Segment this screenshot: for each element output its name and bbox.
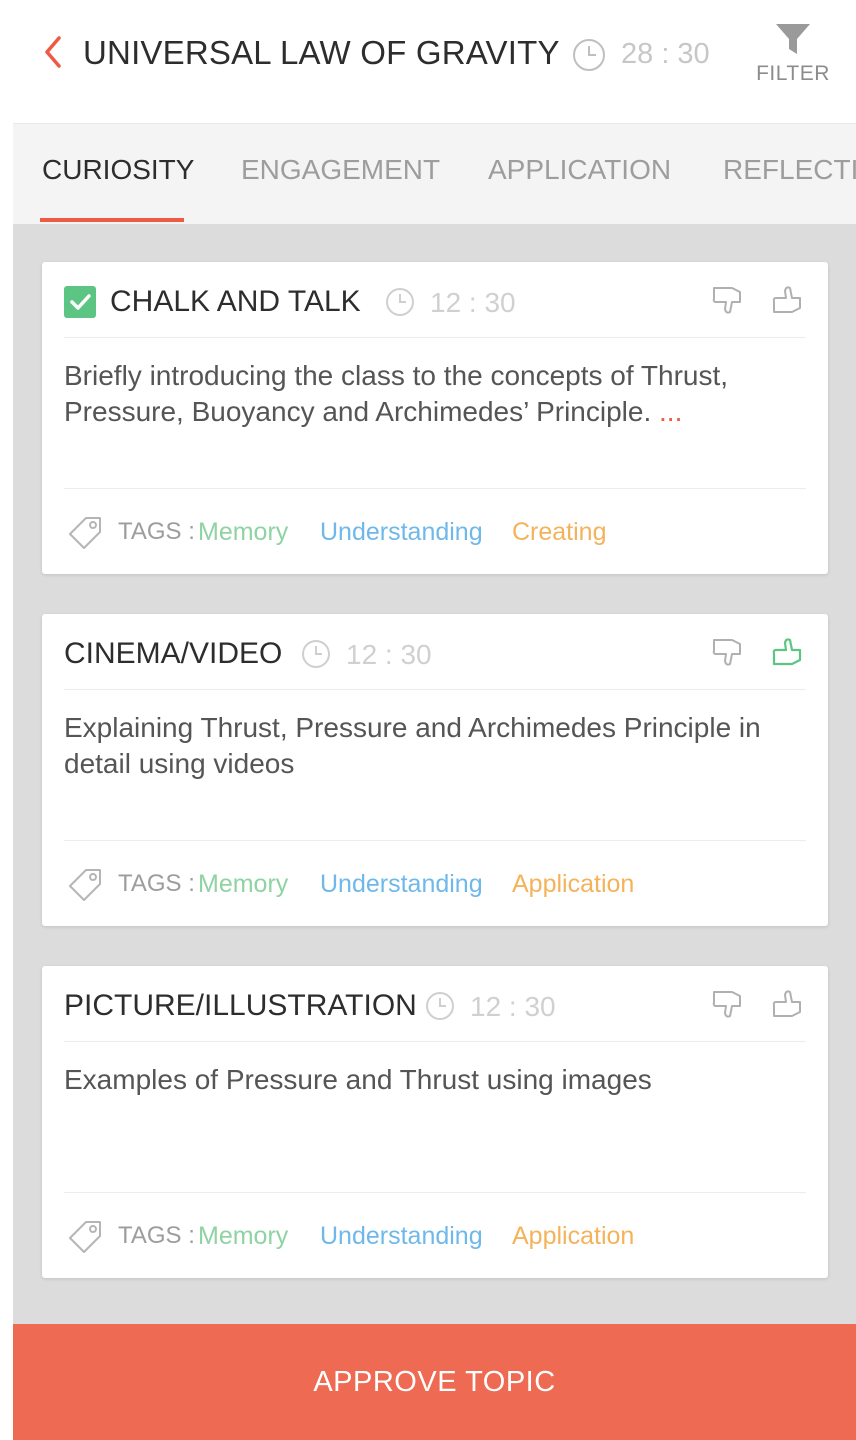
tag-memory[interactable]: Memory <box>198 1222 288 1251</box>
tab-engagement[interactable]: ENGAGEMENT <box>241 154 440 186</box>
left-edge <box>0 0 13 1440</box>
card-title: CHALK AND TALK <box>110 285 361 318</box>
tags-label: TAGS : <box>118 870 195 897</box>
divider <box>64 1192 806 1193</box>
thumbs-up-icon[interactable] <box>770 282 806 318</box>
approve-topic-label: APPROVE TOPIC <box>313 1366 556 1398</box>
tags-label: TAGS : <box>118 518 195 545</box>
back-button[interactable] <box>39 30 79 78</box>
tag-creating[interactable]: Creating <box>512 518 607 547</box>
tab-curiosity[interactable]: CURIOSITY <box>42 154 194 186</box>
topic-duration: 28 : 30 <box>621 38 710 70</box>
activity-card-cinema-video[interactable]: CINEMA/VIDEO 12 : 30 Explaining Thrust, … <box>42 614 828 926</box>
card-duration: 12 : 30 <box>430 287 516 318</box>
tag-icon <box>69 869 101 901</box>
tags-label: TAGS : <box>118 1222 195 1249</box>
thumbs-up-icon[interactable] <box>770 634 806 670</box>
card-header: PICTURE/ILLUSTRATION 12 : 30 <box>64 984 806 1042</box>
thumbs-down-icon[interactable] <box>710 634 746 670</box>
divider <box>64 840 806 841</box>
tab-application[interactable]: APPLICATION <box>488 154 671 186</box>
tag-icon <box>69 1221 101 1253</box>
activity-card-picture-illustration[interactable]: PICTURE/ILLUSTRATION 12 : 30 Examples of… <box>42 966 828 1278</box>
tag-understanding[interactable]: Understanding <box>320 870 483 899</box>
tag-application[interactable]: Application <box>512 870 634 899</box>
filter-label: FILTER <box>756 62 830 85</box>
chevron-left-icon <box>45 36 61 68</box>
tab-reflection[interactable]: REFLECTION <box>723 154 856 186</box>
tag-application[interactable]: Application <box>512 1222 634 1251</box>
active-tab-indicator <box>40 218 184 222</box>
card-header: CHALK AND TALK 12 : 30 <box>64 280 806 338</box>
card-title: CINEMA/VIDEO <box>64 637 283 670</box>
card-title: PICTURE/ILLUSTRATION <box>64 989 417 1022</box>
clock-icon <box>302 640 330 668</box>
category-tabs: CURIOSITY ENGAGEMENT APPLICATION REFLECT… <box>13 124 856 224</box>
thumbs-down-icon[interactable] <box>710 986 746 1022</box>
page-title: UNIVERSAL LAW OF GRAVITY <box>83 34 560 71</box>
checkbox-checked-icon <box>70 294 91 310</box>
tag-understanding[interactable]: Understanding <box>320 1222 483 1251</box>
thumbs-up-icon[interactable] <box>770 986 806 1022</box>
card-header: CINEMA/VIDEO 12 : 30 <box>64 632 806 690</box>
filter-button[interactable]: FILTER <box>753 22 833 102</box>
filter-funnel-icon <box>776 24 810 54</box>
tag-memory[interactable]: Memory <box>198 518 288 547</box>
divider <box>64 488 806 489</box>
card-duration: 12 : 30 <box>470 991 556 1022</box>
clock-icon <box>426 992 454 1020</box>
tag-memory[interactable]: Memory <box>198 870 288 899</box>
clock-icon <box>386 288 414 316</box>
tag-icon <box>69 517 101 549</box>
top-bar: UNIVERSAL LAW OF GRAVITY 28 : 30 FILTER <box>13 0 856 124</box>
activity-card-chalk-and-talk[interactable]: CHALK AND TALK 12 : 30 Briefly introduci… <box>42 262 828 574</box>
activity-checkbox[interactable] <box>64 286 96 318</box>
card-description: Explaining Thrust, Pressure and Archimed… <box>64 712 761 779</box>
read-more-link[interactable]: ... <box>659 396 682 427</box>
card-duration: 12 : 30 <box>346 639 432 670</box>
card-description: Examples of Pressure and Thrust using im… <box>64 1064 652 1095</box>
card-description: Briefly introducing the class to the con… <box>64 360 729 427</box>
thumbs-down-icon[interactable] <box>710 282 746 318</box>
tag-understanding[interactable]: Understanding <box>320 518 483 547</box>
clock-icon <box>573 39 605 71</box>
approve-topic-button[interactable]: APPROVE TOPIC <box>13 1324 856 1440</box>
